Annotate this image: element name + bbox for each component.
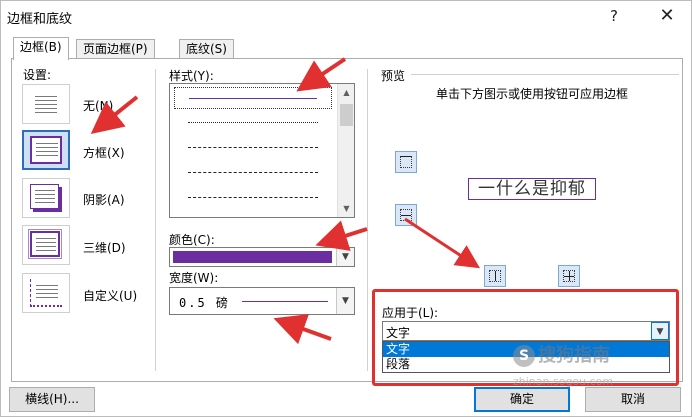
width-dropdown[interactable]: 0.5 磅 ▼ xyxy=(169,287,355,315)
setting-custom-label[interactable]: 自定义(U) xyxy=(83,287,137,304)
setting-custom-button[interactable] xyxy=(22,273,70,313)
width-sample-line xyxy=(242,301,328,302)
3d-border-thumbnail-icon xyxy=(28,229,62,259)
line-style-long-dash[interactable] xyxy=(174,187,332,209)
apply-to-label: 应用于(L): xyxy=(382,306,439,320)
apply-to-selected: 文字 xyxy=(386,326,411,340)
settings-heading: 设置: xyxy=(23,68,52,82)
setting-3d-label[interactable]: 三维(D) xyxy=(83,239,126,256)
setting-none-button[interactable] xyxy=(22,84,70,124)
cancel-button[interactable]: 取消 xyxy=(585,387,681,412)
inside-vertical-border-button[interactable] xyxy=(484,265,506,287)
setting-none-label[interactable]: 无(N) xyxy=(83,97,113,114)
inside-vertical-border-icon xyxy=(489,270,501,282)
preview-instruction: 单击下方图示或使用按钮可应用边框 xyxy=(435,87,628,101)
top-border-button[interactable] xyxy=(395,151,417,173)
top-border-icon xyxy=(400,156,412,168)
horizontal-line-button[interactable]: 横线(H)... xyxy=(9,387,95,412)
column-divider-right xyxy=(367,69,368,371)
line-style-solid[interactable] xyxy=(174,87,332,109)
preview-heading-rule xyxy=(411,74,679,75)
setting-shadow-button[interactable] xyxy=(22,178,70,218)
no-border-thumbnail-icon xyxy=(30,90,62,118)
line-style-dash[interactable] xyxy=(174,162,332,184)
tab-shading[interactable]: 底纹(S) xyxy=(179,39,234,59)
chevron-down-icon[interactable]: ▼ xyxy=(336,248,354,266)
color-swatch xyxy=(173,251,332,263)
width-value: 0.5 磅 xyxy=(179,296,230,310)
title-bar: 边框和底纹 ? ✕ xyxy=(1,1,691,31)
borders-and-shading-dialog: 边框和底纹 ? ✕ 边框(B) 页面边框(P) 底纹(S) 设置: 无(N) 方… xyxy=(0,0,692,417)
style-heading: 样式(Y): xyxy=(169,69,214,83)
setting-shadow-label[interactable]: 阴影(A) xyxy=(83,191,125,208)
color-dropdown[interactable]: ▼ xyxy=(169,247,355,267)
apply-to-dropdown[interactable]: 文字 ▼ xyxy=(382,321,670,341)
watermark: S 搜狗指南 zhinan.sogou.com xyxy=(513,341,663,388)
preview-sample-text[interactable]: 一什么是抑郁 xyxy=(468,178,596,200)
shadow-border-thumbnail-icon xyxy=(30,184,59,209)
column-divider-left xyxy=(155,69,156,371)
ok-button[interactable]: 确定 xyxy=(474,387,570,412)
help-button[interactable]: ? xyxy=(599,4,629,28)
close-button[interactable]: ✕ xyxy=(652,4,682,28)
tab-borders[interactable]: 边框(B) xyxy=(13,37,69,60)
chevron-down-icon[interactable]: ▼ xyxy=(651,322,669,340)
line-style-short-dash[interactable] xyxy=(174,137,332,159)
inside-horizontal-border-icon xyxy=(400,209,412,221)
preview-heading: 预览 xyxy=(381,69,406,83)
width-label: 宽度(W): xyxy=(169,271,219,285)
inside-horizontal-border-button[interactable] xyxy=(395,204,417,226)
line-style-list[interactable]: ▲ ▼ xyxy=(169,83,355,218)
line-style-dotted[interactable] xyxy=(174,112,332,134)
all-inside-borders-button[interactable] xyxy=(558,265,580,287)
all-inside-borders-icon xyxy=(563,270,575,282)
color-label: 颜色(C): xyxy=(169,233,215,247)
tab-page-border[interactable]: 页面边框(P) xyxy=(76,39,155,59)
setting-box-label[interactable]: 方框(X) xyxy=(83,144,125,161)
scroll-down-arrow-icon[interactable]: ▼ xyxy=(338,200,355,217)
chevron-down-icon[interactable]: ▼ xyxy=(336,288,354,314)
custom-border-thumbnail-icon xyxy=(30,279,62,307)
setting-box-button[interactable] xyxy=(22,130,70,170)
box-border-thumbnail-icon xyxy=(30,136,62,164)
scroll-up-arrow-icon[interactable]: ▲ xyxy=(338,84,355,101)
sogou-logo-icon: S xyxy=(513,345,535,367)
watermark-brand: 搜狗指南 xyxy=(538,345,610,366)
dialog-title: 边框和底纹 xyxy=(7,12,73,27)
setting-3d-button[interactable] xyxy=(22,225,70,265)
scroll-thumb[interactable] xyxy=(340,104,353,126)
style-list-scrollbar[interactable]: ▲ ▼ xyxy=(337,84,354,217)
